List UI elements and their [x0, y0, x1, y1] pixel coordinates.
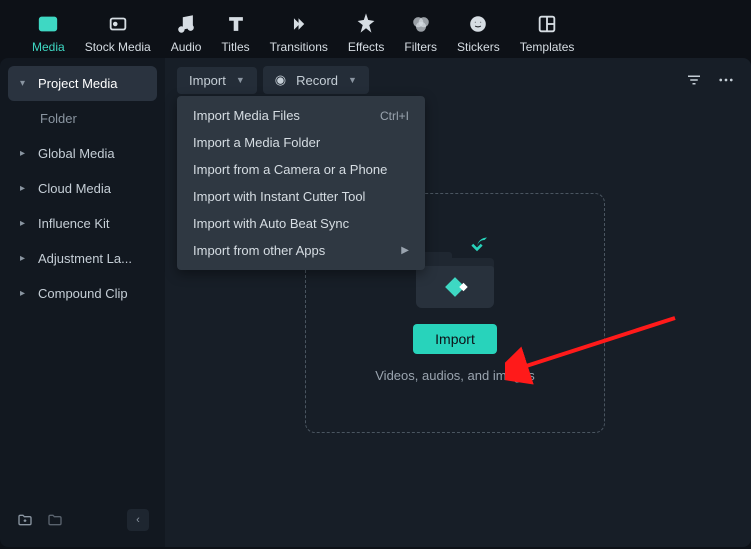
sidebar: ▾ Project Media Folder ▸ Global Media ▸ … — [0, 58, 165, 547]
stock-media-icon — [106, 12, 130, 36]
tab-filters[interactable]: Filters — [396, 8, 445, 58]
titles-icon — [224, 12, 248, 36]
sidebar-label: Compound Clip — [38, 286, 128, 301]
tab-effects-label: Effects — [348, 40, 384, 54]
templates-icon — [535, 12, 559, 36]
tab-titles[interactable]: Titles — [213, 8, 257, 58]
menu-import-media-files[interactable]: Import Media Files Ctrl+I — [177, 102, 425, 129]
tab-media[interactable]: Media — [24, 8, 73, 58]
import-dropdown-menu: Import Media Files Ctrl+I Import a Media… — [177, 96, 425, 270]
dropzone-hint: Videos, audios, and images — [375, 368, 534, 383]
stickers-icon — [466, 12, 490, 36]
sidebar-item-influence-kit[interactable]: ▸ Influence Kit — [8, 206, 157, 241]
menu-import-auto-beat-sync[interactable]: Import with Auto Beat Sync — [177, 210, 425, 237]
record-dropdown-button[interactable]: ◉ Record ▼ — [263, 66, 369, 94]
effects-icon — [354, 12, 378, 36]
audio-icon — [174, 12, 198, 36]
tab-titles-label: Titles — [221, 40, 249, 54]
sidebar-item-cloud-media[interactable]: ▸ Cloud Media — [8, 171, 157, 206]
folder-settings-icon[interactable] — [46, 511, 64, 529]
sidebar-label: Project Media — [38, 76, 117, 91]
download-arrow-icon — [462, 230, 492, 260]
submenu-indicator-icon: ▶ — [401, 245, 409, 256]
menu-shortcut: Ctrl+I — [380, 109, 409, 123]
tab-audio-label: Audio — [171, 40, 202, 54]
menu-label: Import with Instant Cutter Tool — [193, 189, 365, 204]
menu-import-media-folder[interactable]: Import a Media Folder — [177, 129, 425, 156]
tab-templates-label: Templates — [520, 40, 575, 54]
media-icon — [36, 12, 60, 36]
import-label: Import — [189, 73, 226, 88]
folder-icon — [416, 244, 494, 308]
transitions-icon — [287, 12, 311, 36]
collapse-sidebar-button[interactable]: ‹ — [127, 509, 149, 531]
sidebar-label: Adjustment La... — [38, 251, 132, 266]
record-label: Record — [296, 73, 338, 88]
tab-filters-label: Filters — [404, 40, 437, 54]
tab-stickers[interactable]: Stickers — [449, 8, 508, 58]
chevron-right-icon: ▸ — [20, 253, 30, 264]
menu-label: Import from a Camera or a Phone — [193, 162, 387, 177]
menu-label: Import from other Apps — [193, 243, 325, 258]
sidebar-label: Influence Kit — [38, 216, 110, 231]
add-folder-icon[interactable] — [16, 511, 34, 529]
sidebar-item-compound-clip[interactable]: ▸ Compound Clip — [8, 276, 157, 311]
menu-import-other-apps[interactable]: Import from other Apps ▶ — [177, 237, 425, 264]
tab-audio[interactable]: Audio — [163, 8, 210, 58]
tab-stickers-label: Stickers — [457, 40, 500, 54]
chevron-right-icon: ▸ — [20, 218, 30, 229]
filter-icon[interactable] — [681, 67, 707, 93]
chevron-down-icon: ▼ — [236, 75, 245, 85]
chevron-right-icon: ▸ — [20, 288, 30, 299]
menu-label: Import Media Files — [193, 108, 300, 123]
sidebar-label: Cloud Media — [38, 181, 111, 196]
chevron-right-icon: ▸ — [20, 148, 30, 159]
tab-transitions[interactable]: Transitions — [262, 8, 336, 58]
filters-icon — [409, 12, 433, 36]
menu-label: Import a Media Folder — [193, 135, 320, 150]
top-tab-bar: Media Stock Media Audio Titles Transitio… — [0, 0, 751, 58]
sidebar-label: Global Media — [38, 146, 115, 161]
import-button[interactable]: Import — [413, 324, 497, 354]
menu-import-instant-cutter[interactable]: Import with Instant Cutter Tool — [177, 183, 425, 210]
tab-media-label: Media — [32, 40, 65, 54]
menu-label: Import with Auto Beat Sync — [193, 216, 349, 231]
sidebar-item-folder[interactable]: Folder — [8, 101, 157, 136]
chevron-down-icon: ▾ — [20, 78, 30, 89]
tab-effects[interactable]: Effects — [340, 8, 392, 58]
chevron-right-icon: ▸ — [20, 183, 30, 194]
tab-stock-label: Stock Media — [85, 40, 151, 54]
tab-transitions-label: Transitions — [270, 40, 328, 54]
sidebar-item-global-media[interactable]: ▸ Global Media — [8, 136, 157, 171]
import-dropdown-button[interactable]: Import ▼ — [177, 67, 257, 94]
more-options-icon[interactable] — [713, 67, 739, 93]
content-area: Import ▼ ◉ Record ▼ Import Media Files C… — [165, 58, 751, 547]
tab-templates[interactable]: Templates — [512, 8, 583, 58]
sidebar-item-adjustment-layer[interactable]: ▸ Adjustment La... — [8, 241, 157, 276]
menu-import-camera-phone[interactable]: Import from a Camera or a Phone — [177, 156, 425, 183]
sidebar-item-project-media[interactable]: ▾ Project Media — [8, 66, 157, 101]
tab-stock-media[interactable]: Stock Media — [77, 8, 159, 58]
chevron-down-icon: ▼ — [348, 75, 357, 85]
record-icon: ◉ — [275, 72, 286, 88]
